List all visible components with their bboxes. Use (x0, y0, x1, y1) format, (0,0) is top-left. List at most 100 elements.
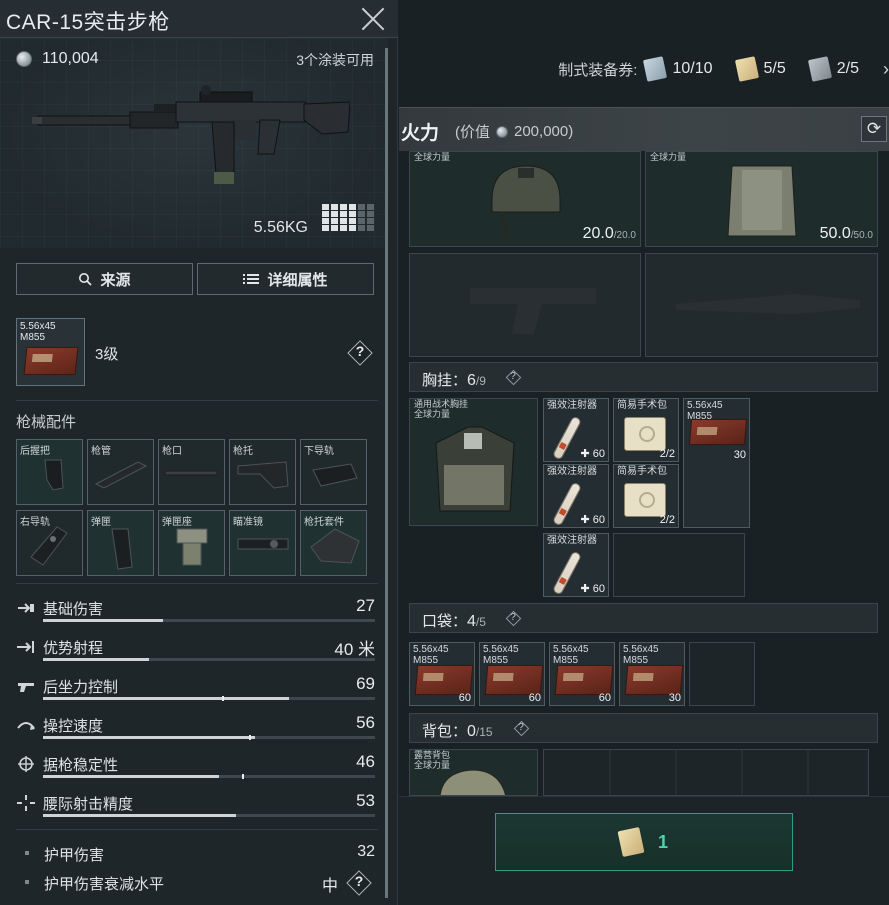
weapon-preview: 110,004 3个涂装可用 5.56KG (0, 38, 388, 248)
chest-rig-item[interactable]: 强效注射器 ✚ 60 (543, 464, 609, 528)
divider (16, 829, 378, 830)
injector-icon (551, 415, 583, 461)
pocket-item[interactable]: 5.56x45 M855 60 (409, 642, 475, 706)
chest-rig-help-icon[interactable]: ? (506, 370, 520, 384)
weapon-weight: 5.56KG (253, 219, 308, 236)
stat-row: 优势射程 40 米 (16, 634, 376, 673)
source-button[interactable]: 来源 (16, 263, 193, 295)
equipment-tickets: 制式装备券: 10/10 5/5 2/5 › (558, 55, 889, 83)
backpack-header: 背包：0/15 ? (409, 713, 878, 743)
ticket-icon (643, 56, 668, 82)
details-button-label: 详细属性 (267, 271, 328, 289)
grip-icon (44, 459, 64, 491)
chest-rig-item[interactable]: 5.56x45 M855 30 (683, 398, 750, 528)
ammo-slot[interactable]: 5.56x45 M855 (16, 318, 85, 386)
details-button[interactable]: 详细属性 (197, 263, 374, 295)
attachment-slot-barrel[interactable]: 枪管 (87, 439, 154, 505)
armor-decay-help-icon[interactable]: ? (346, 870, 372, 896)
loadout-value: (价值 200,000) (455, 123, 574, 141)
recoil-icon (18, 683, 34, 692)
ammo-help-icon[interactable]: ? (347, 340, 373, 366)
weapon-detail-panel: CAR-15突击步枪 110,004 3个涂装可用 5.56KG 来源 详细属性… (0, 0, 398, 905)
body-armor-slot[interactable]: 全球力量 50.0/50.0 (645, 151, 878, 247)
chest-rig-item[interactable]: 简易手术包 2/2 (613, 464, 679, 528)
divider (16, 400, 378, 401)
injector-icon (551, 550, 583, 596)
search-icon (79, 273, 93, 286)
attachment-slot-lower-rail[interactable]: 下导轨 (300, 439, 367, 505)
loadout-header: 火力 (价值 200,000) ⟳ (399, 107, 889, 151)
pockets-help-icon[interactable]: ? (506, 611, 520, 625)
coin-icon (496, 125, 508, 138)
attachment-slot-rear-grip[interactable]: 后握把 (16, 439, 83, 505)
surgery-kit-icon (624, 417, 666, 451)
pocket-item[interactable]: 5.56x45 M855 60 (549, 642, 615, 706)
pocket-empty-slot[interactable] (689, 642, 755, 706)
stat-row: 基础伤害 27 (16, 595, 376, 634)
ammo-level: 3级 (95, 346, 119, 363)
ammo-name: 5.56x45 (20, 321, 56, 332)
weapon-stats: 基础伤害 27 优势射程 40 米 后坐力控制 69 操控速度 56 据枪稳定性… (16, 595, 376, 829)
pocket-item[interactable]: 5.56x45 M855 30 (619, 642, 685, 706)
chevron-right-icon[interactable]: › (883, 59, 889, 80)
attachments-label: 枪械配件 (16, 414, 77, 431)
ticket-icon (734, 56, 759, 82)
secondary-weapon-slot[interactable] (409, 253, 641, 357)
barrel-icon (94, 461, 148, 489)
chest-rig-item[interactable]: 简易手术包 2/2 (613, 398, 679, 462)
injector-icon (551, 481, 583, 527)
weapon-price: 110,004 (16, 50, 99, 68)
skins-available-link[interactable]: 3个涂装可用 (296, 50, 374, 70)
loadout-screen: CAR-15突击步枪 110,004 3个涂装可用 5.56KG 来源 详细属性… (0, 0, 889, 905)
magazine-icon (111, 528, 133, 570)
muzzle-icon (164, 470, 218, 476)
damage-icon (18, 603, 34, 613)
attachment-slot-right-rail[interactable]: 右导轨 (16, 510, 83, 576)
pocket-item[interactable]: 5.56x45 M855 60 (479, 642, 545, 706)
grade-grid-icon (322, 204, 374, 234)
scrollbar[interactable] (385, 48, 388, 898)
ticket-icon (807, 56, 832, 82)
backpack-slot[interactable]: 露营背包 全球力量 (409, 749, 538, 796)
loadout-title: 火力 (401, 123, 440, 144)
chest-rig-icon (435, 426, 515, 512)
melee-weapon-slot[interactable] (645, 253, 878, 357)
range-icon (17, 641, 34, 653)
rifle-image (32, 85, 350, 184)
ammo-type: M855 (20, 332, 46, 343)
chest-rig-item[interactable]: 强效注射器 ✚ 60 (543, 533, 609, 597)
ticket-blue: 10/10 (643, 56, 713, 82)
ammo-box-icon (624, 665, 684, 695)
ammo-box-icon (484, 665, 544, 695)
attachment-slot-stock-kit[interactable]: 枪托套件 (300, 510, 367, 576)
backpack-help-icon[interactable]: ? (514, 721, 528, 735)
stability-icon (18, 756, 34, 772)
tickets-label: 制式装备券: (558, 61, 638, 79)
chest-rig-empty-slot[interactable] (613, 533, 745, 597)
coin-icon (16, 51, 32, 67)
armor-stats: 护甲伤害 32 护甲伤害衰减水平 中 ? (16, 840, 376, 898)
surgery-kit-icon (624, 483, 666, 517)
weapon-header: CAR-15突击步枪 (0, 0, 398, 38)
mag-well-icon (176, 528, 208, 566)
refresh-icon[interactable]: ⟳ (861, 116, 887, 142)
confirm-equip-button[interactable]: 1 (495, 813, 793, 871)
attachment-slot-magazine[interactable]: 弹匣 (87, 510, 154, 576)
stat-row: 操控速度 56 (16, 712, 376, 751)
stat-row: 后坐力控制 69 (16, 673, 376, 712)
stat-row: 据枪稳定性 46 (16, 751, 376, 790)
attachment-slot-stock[interactable]: 枪托 (229, 439, 296, 505)
attachment-slot-scope[interactable]: 瞄准镜 (229, 510, 296, 576)
attachment-slot-mag-well[interactable]: 弹匣座 (158, 510, 225, 576)
helmet-slot[interactable]: 全球力量 20.0/20.0 (409, 151, 641, 247)
attachment-grid: 后握把 枪管 枪口 枪托 下导轨 右导轨 弹匣 弹匣座 瞄准镜 枪托套件 (16, 439, 368, 576)
ticket-gray: 2/5 (807, 56, 859, 82)
close-icon[interactable] (358, 4, 388, 34)
stock-kit-icon (310, 528, 360, 564)
divider (16, 583, 378, 584)
backpack-storage[interactable] (543, 749, 869, 797)
chest-rig-slot[interactable]: 通用战术胸挂 全球力量 (409, 398, 538, 526)
attachment-slot-muzzle[interactable]: 枪口 (158, 439, 225, 505)
lower-rail-icon (312, 463, 358, 487)
chest-rig-item[interactable]: 强效注射器 ✚ 60 (543, 398, 609, 462)
